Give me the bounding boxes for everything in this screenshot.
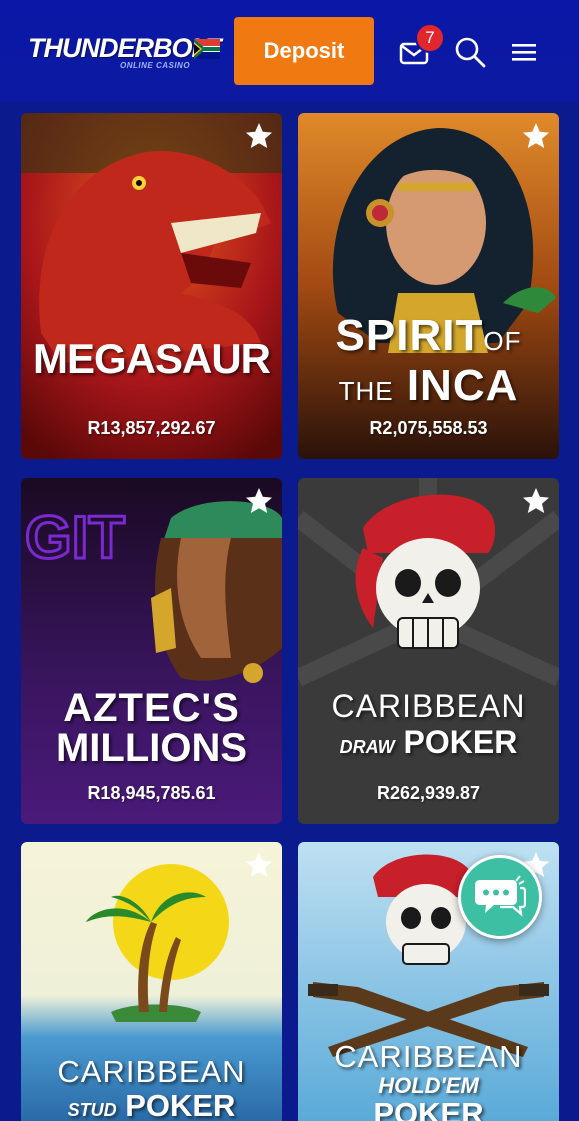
jackpot-amount: R262,939.87 — [376, 783, 481, 803]
game-card-spirit-of-the-inca[interactable]: SPIRITOF THE INCA R2,075,558.53 — [298, 113, 559, 459]
favorite-star-icon[interactable] — [244, 850, 274, 880]
game-title-line2: THE INCA — [338, 361, 519, 410]
game-title-line1: CARIBBEAN — [331, 688, 526, 724]
game-title-line2: STUD POKER — [67, 1088, 236, 1121]
jackpot-amount: R18,945,785.61 — [87, 783, 216, 803]
game-title-line3: POKER — [373, 1096, 484, 1121]
deposit-button[interactable]: Deposit — [234, 17, 374, 85]
game-card-megasaur[interactable]: MEGASAUR R13,857,292.67 — [21, 113, 282, 459]
game-title: MEGASAUR — [32, 335, 271, 382]
game-card-caribbean-stud-poker[interactable]: CARIBBEAN STUD POKER — [21, 842, 282, 1121]
favorite-star-icon[interactable] — [244, 121, 274, 151]
live-chat-button[interactable] — [458, 855, 542, 939]
favorite-star-icon[interactable] — [244, 486, 274, 516]
thunderbolt-logo[interactable]: THUNDERBOLT ONLINE CASINO — [28, 33, 224, 73]
game-title-line1: SPIRITOF — [335, 311, 522, 360]
favorite-star-icon[interactable] — [521, 486, 551, 516]
game-card-caribbean-draw-poker[interactable]: CARIBBEAN DRAW POKER R262,939.87 — [298, 478, 559, 824]
aztecs-millions-artwork: GIT — [21, 478, 282, 824]
game-title-line2: DRAW POKER — [339, 724, 518, 760]
favorite-star-icon[interactable] — [521, 121, 551, 151]
game-card-aztecs-millions[interactable]: GIT AZTEC'S MILLIONS R18,945,785.61 — [21, 478, 282, 824]
menu-icon[interactable] — [510, 40, 538, 64]
logo-wordmark: THUNDERBOLT — [28, 33, 221, 63]
logo-subtitle: ONLINE CASINO — [120, 61, 191, 70]
jackpot-amount: R2,075,558.53 — [369, 418, 488, 438]
caribbean-draw-poker-artwork — [298, 478, 559, 824]
top-header: THUNDERBOLT ONLINE CASINO Deposit 7 — [0, 0, 579, 103]
south-africa-flag-icon — [194, 39, 220, 59]
game-title-line1: CARIBBEAN — [57, 1054, 246, 1089]
notification-badge: 7 — [415, 23, 445, 53]
game-title-line2: MILLIONS — [55, 726, 248, 770]
game-title-line1: CARIBBEAN — [334, 1039, 523, 1074]
jackpot-amount: R13,857,292.67 — [87, 418, 216, 438]
search-icon[interactable] — [453, 35, 487, 69]
game-title-line1: AZTEC'S — [63, 686, 240, 730]
megasaur-artwork — [21, 113, 282, 459]
chat-bubble-icon — [475, 875, 526, 917]
svg-text:GIT: GIT — [25, 504, 125, 571]
